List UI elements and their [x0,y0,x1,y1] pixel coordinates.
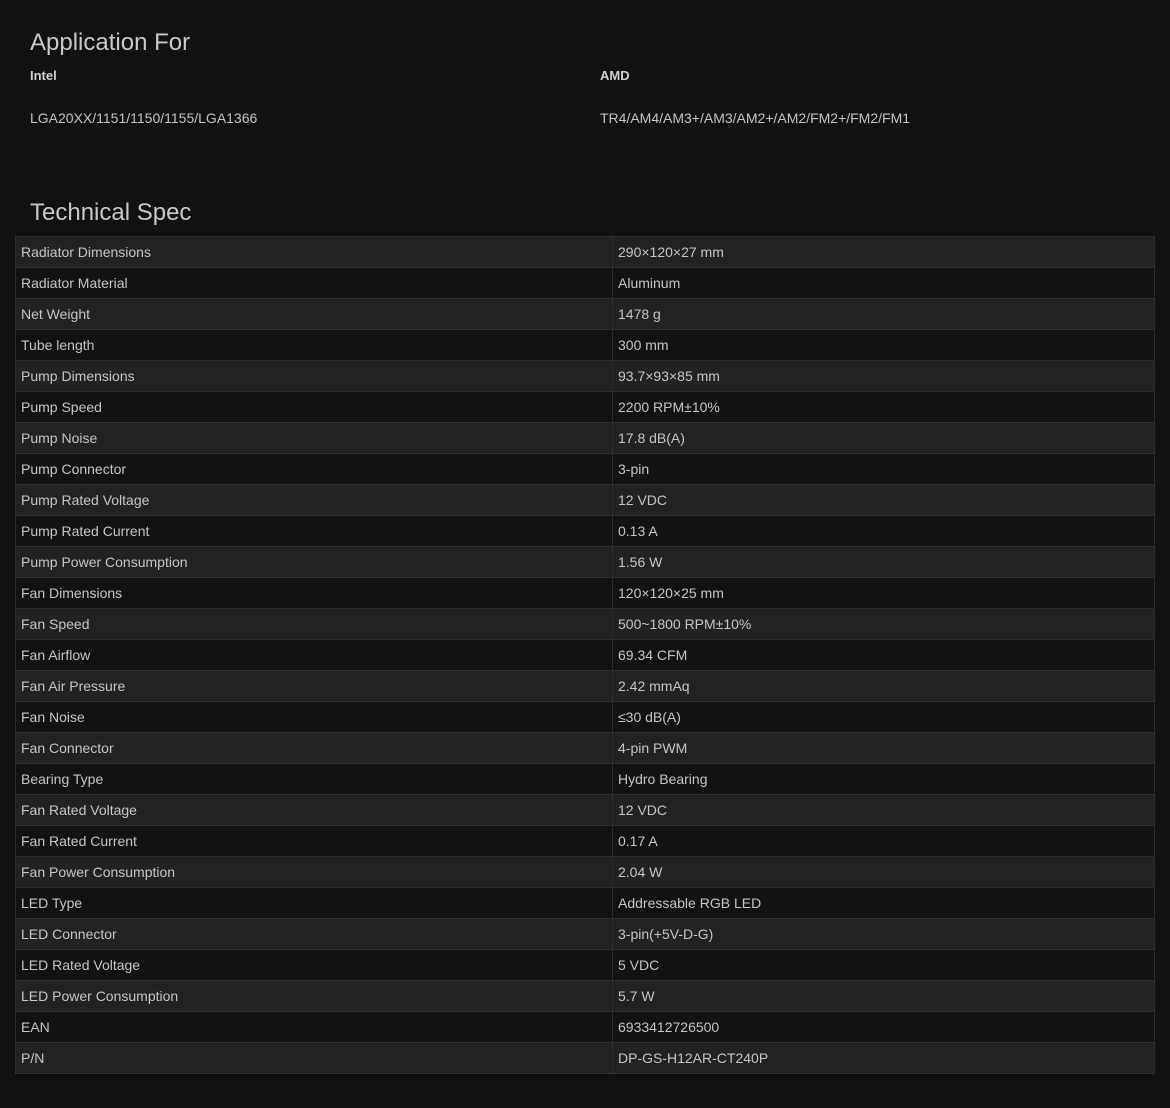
spec-row: LED Type Addressable RGB LED [15,887,1155,919]
spec-label: Fan Air Pressure [15,670,613,702]
spec-label: Pump Power Consumption [15,546,613,578]
spec-value: 12 VDC [612,484,1155,516]
amd-compatibility: AMD TR4/AM4/AM3+/AM3/AM2+/AM2/FM2+/FM2/F… [600,68,910,126]
spec-label: Net Weight [15,298,613,330]
spec-value: Addressable RGB LED [612,887,1155,919]
spec-row: Radiator Dimensions 290×120×27 mm [15,236,1155,268]
spec-row: Fan Air Pressure 2.42 mmAq [15,670,1155,702]
spec-row: Pump Speed 2200 RPM±10% [15,391,1155,423]
spec-table: Radiator Dimensions 290×120×27 mm Radiator… [15,236,1155,1074]
spec-value: Aluminum [612,267,1155,299]
spec-label: Pump Rated Voltage [15,484,613,516]
spec-label: Radiator Material [15,267,613,299]
spec-label: Fan Power Consumption [15,856,613,888]
spec-row: Fan Noise ≤30 dB(A) [15,701,1155,733]
spec-label: Fan Rated Current [15,825,613,857]
intel-sockets: LGA20XX/1151/1150/1155/LGA1366 [30,110,258,126]
spec-row: LED Rated Voltage 5 VDC [15,949,1155,981]
spec-label: LED Type [15,887,613,919]
spec-row: Pump Rated Current 0.13 A [15,515,1155,547]
spec-value: 69.34 CFM [612,639,1155,671]
spec-section-title: Technical Spec [30,199,192,226]
spec-value: 2.04 W [612,856,1155,888]
spec-row: Radiator Material Aluminum [15,267,1155,299]
spec-label: Pump Dimensions [15,360,613,392]
spec-label: Fan Airflow [15,639,613,671]
spec-row: Pump Noise 17.8 dB(A) [15,422,1155,454]
spec-row: Fan Rated Current 0.17 A [15,825,1155,857]
spec-row: LED Connector 3-pin(+5V-D-G) [15,918,1155,950]
spec-value: 0.13 A [612,515,1155,547]
spec-value: 1478 g [612,298,1155,330]
spec-label: Fan Connector [15,732,613,764]
spec-value: ≤30 dB(A) [612,701,1155,733]
spec-value: 5 VDC [612,949,1155,981]
spec-label: P/N [15,1042,613,1074]
spec-label: Radiator Dimensions [15,236,613,268]
spec-label: Fan Noise [15,701,613,733]
spec-value: 3-pin(+5V-D-G) [612,918,1155,950]
spec-row: Fan Speed 500~1800 RPM±10% [15,608,1155,640]
spec-label: Tube length [15,329,613,361]
spec-value: DP-GS-H12AR-CT240P [612,1042,1155,1074]
spec-value: 17.8 dB(A) [612,422,1155,454]
spec-value: 12 VDC [612,794,1155,826]
spec-value: 500~1800 RPM±10% [612,608,1155,640]
spec-value: 0.17 A [612,825,1155,857]
spec-label: LED Connector [15,918,613,950]
spec-label: EAN [15,1011,613,1043]
spec-row: Fan Connector 4-pin PWM [15,732,1155,764]
spec-value: 93.7×93×85 mm [612,360,1155,392]
spec-label: Pump Speed [15,391,613,423]
spec-label: Bearing Type [15,763,613,795]
spec-label: Fan Rated Voltage [15,794,613,826]
spec-row: P/N DP-GS-H12AR-CT240P [15,1042,1155,1074]
intel-heading: Intel [30,68,57,83]
intel-compatibility: Intel LGA20XX/1151/1150/1155/LGA1366 [30,68,257,126]
spec-row: Pump Power Consumption 1.56 W [15,546,1155,578]
spec-row: Net Weight 1478 g [15,298,1155,330]
spec-row: Fan Airflow 69.34 CFM [15,639,1155,671]
spec-row: Pump Connector 3-pin [15,453,1155,485]
spec-value: 120×120×25 mm [612,577,1155,609]
spec-row: Fan Rated Voltage 12 VDC [15,794,1155,826]
spec-value: 290×120×27 mm [612,236,1155,268]
spec-value: 4-pin PWM [612,732,1155,764]
spec-value: 2200 RPM±10% [612,391,1155,423]
spec-value: 2.42 mmAq [612,670,1155,702]
amd-sockets: TR4/AM4/AM3+/AM3/AM2+/AM2/FM2+/FM2/FM1 [600,110,911,126]
spec-row: Pump Dimensions 93.7×93×85 mm [15,360,1155,392]
spec-label: Pump Rated Current [15,515,613,547]
spec-row: Fan Power Consumption 2.04 W [15,856,1155,888]
spec-row: Pump Rated Voltage 12 VDC [15,484,1155,516]
spec-label: Pump Noise [15,422,613,454]
spec-row: Bearing Type Hydro Bearing [15,763,1155,795]
spec-row: EAN 6933412726500 [15,1011,1155,1043]
spec-value: 1.56 W [612,546,1155,578]
spec-value: Hydro Bearing [612,763,1155,795]
spec-value: 300 mm [612,329,1155,361]
spec-label: LED Power Consumption [15,980,613,1012]
amd-heading: AMD [600,68,630,83]
spec-label: Fan Dimensions [15,577,613,609]
application-section-title: Application For [30,29,191,56]
spec-label: Fan Speed [15,608,613,640]
spec-value: 6933412726500 [612,1011,1155,1043]
spec-value: 5.7 W [612,980,1155,1012]
spec-label: Pump Connector [15,453,613,485]
spec-value: 3-pin [612,453,1155,485]
spec-row: Tube length 300 mm [15,329,1155,361]
spec-row: LED Power Consumption 5.7 W [15,980,1155,1012]
spec-label: LED Rated Voltage [15,949,613,981]
spec-row: Fan Dimensions 120×120×25 mm [15,577,1155,609]
